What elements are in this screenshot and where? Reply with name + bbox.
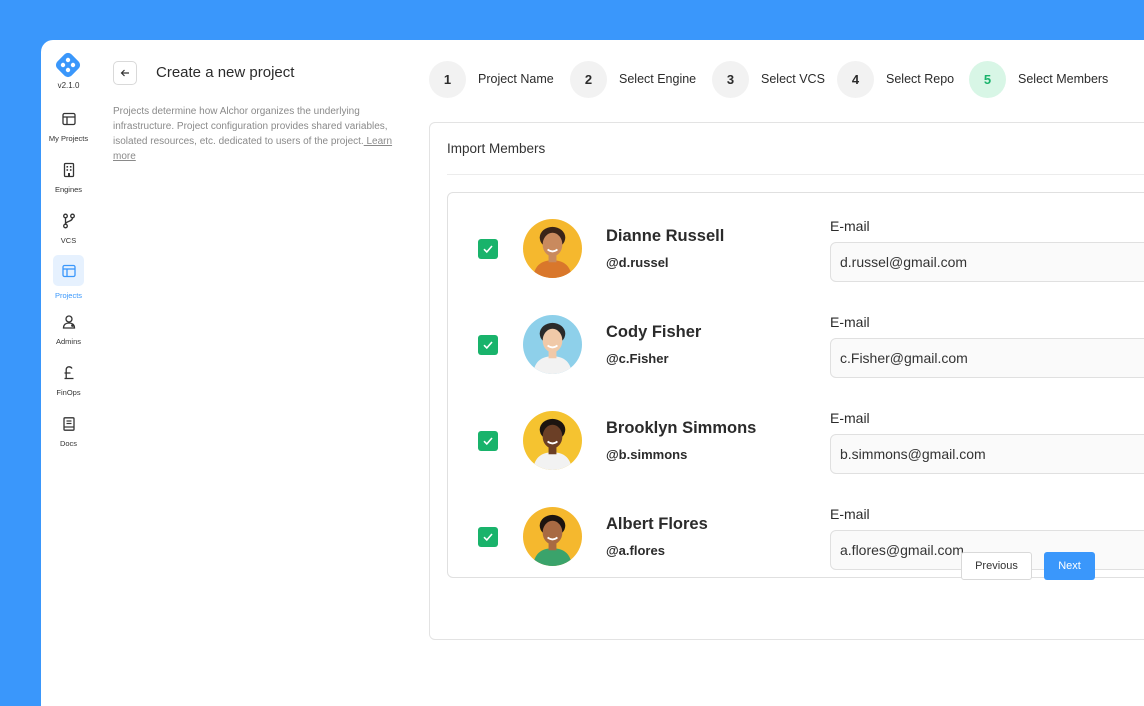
member-name: Dianne Russell: [606, 227, 725, 245]
sidebar-item-label: FinOps: [56, 388, 81, 397]
description-text: Projects determine how Alchor organizes …: [113, 106, 388, 147]
step-number: 4: [837, 60, 874, 98]
previous-button[interactable]: Previous: [961, 552, 1032, 580]
member-handle: @c.Fisher: [606, 351, 669, 366]
panel-title: Import Members: [447, 141, 546, 156]
sidebar-item-my-projects[interactable]: My Projects: [41, 111, 96, 143]
check-icon: [483, 437, 493, 446]
divider: [447, 174, 1144, 175]
step-label: Select Repo: [886, 72, 955, 86]
sidebar: v2.1.0 My Projects Engines VCS Projects …: [41, 40, 96, 706]
member-checkbox[interactable]: [478, 239, 498, 259]
arrow-left-icon: [120, 69, 129, 77]
step-label: Project Name: [478, 72, 554, 86]
avatar: [523, 219, 582, 278]
branch-icon: [62, 213, 75, 229]
app-version: v2.1.0: [57, 81, 80, 90]
sidebar-item-admins[interactable]: Admins: [41, 314, 96, 346]
step-select-members[interactable]: 5 Select Members: [969, 60, 1108, 98]
member-handle: @d.russel: [606, 255, 669, 270]
sidebar-item-label: My Projects: [48, 134, 89, 143]
pound-icon: [64, 366, 73, 380]
back-button[interactable]: [113, 61, 137, 85]
email-label: E-mail: [830, 218, 870, 234]
import-members-panel: Import Members Dianne Russell @d.russel …: [429, 122, 1144, 640]
sidebar-item-finops[interactable]: FinOps: [41, 365, 96, 397]
step-label: Select Members: [1018, 72, 1109, 86]
step-label: Select Engine: [619, 72, 697, 86]
avatar: [523, 507, 582, 566]
member-name: Cody Fisher: [606, 323, 702, 341]
sidebar-item-vcs[interactable]: VCS: [41, 213, 96, 245]
step-number: 2: [570, 60, 607, 98]
step-project-name[interactable]: 1 Project Name: [429, 60, 554, 98]
check-icon: [483, 245, 493, 254]
building-icon: [63, 162, 74, 178]
layout-icon: [61, 264, 76, 277]
main-card: v2.1.0 My Projects Engines VCS Projects …: [41, 40, 1144, 706]
sidebar-item-label: Projects: [54, 291, 83, 300]
email-label: E-mail: [830, 314, 870, 330]
sidebar-item-docs[interactable]: Docs: [41, 416, 96, 448]
sidebar-item-label: VCS: [60, 236, 77, 245]
sidebar-item-engines[interactable]: Engines: [41, 162, 96, 194]
check-icon: [483, 533, 493, 542]
app-logo[interactable]: [54, 51, 82, 79]
email-label: E-mail: [830, 506, 870, 522]
member-row: Albert Flores @a.flores E-mail: [448, 481, 1144, 577]
member-handle: @a.flores: [606, 543, 665, 558]
step-number: 1: [429, 60, 466, 98]
step-label: Select VCS: [761, 72, 825, 86]
member-name: Albert Flores: [606, 515, 708, 533]
page-title: Create a new project: [156, 64, 295, 81]
member-checkbox[interactable]: [478, 527, 498, 547]
page-description: Projects determine how Alchor organizes …: [113, 104, 413, 164]
next-button[interactable]: Next: [1044, 552, 1095, 580]
member-row: Dianne Russell @d.russel E-mail: [448, 193, 1144, 289]
avatar: [523, 315, 582, 374]
members-list[interactable]: Dianne Russell @d.russel E-mail Cody Fis…: [447, 192, 1144, 578]
member-name: Brooklyn Simmons: [606, 419, 757, 437]
admin-icon: [62, 315, 75, 329]
step-select-repo[interactable]: 4 Select Repo: [837, 60, 954, 98]
avatar: [523, 411, 582, 470]
email-field[interactable]: [830, 338, 1144, 378]
member-row: Brooklyn Simmons @b.simmons E-mail: [448, 385, 1144, 481]
step-number: 5: [969, 60, 1006, 98]
member-row: Cody Fisher @c.Fisher E-mail: [448, 289, 1144, 385]
email-field[interactable]: [830, 434, 1144, 474]
book-icon: [62, 417, 75, 431]
sidebar-item-label: Admins: [55, 337, 81, 346]
email-field[interactable]: [830, 242, 1144, 282]
email-label: E-mail: [830, 410, 870, 426]
member-checkbox[interactable]: [478, 431, 498, 451]
step-select-engine[interactable]: 2 Select Engine: [570, 60, 696, 98]
sidebar-item-label: Docs: [59, 439, 78, 448]
member-handle: @b.simmons: [606, 447, 688, 462]
step-number: 3: [712, 60, 749, 98]
member-checkbox[interactable]: [478, 335, 498, 355]
step-select-vcs[interactable]: 3 Select VCS: [712, 60, 825, 98]
sidebar-item-label: Engines: [54, 185, 83, 194]
check-icon: [483, 341, 493, 350]
layout-icon: [61, 112, 76, 126]
sidebar-item-projects[interactable]: Projects: [41, 255, 96, 300]
